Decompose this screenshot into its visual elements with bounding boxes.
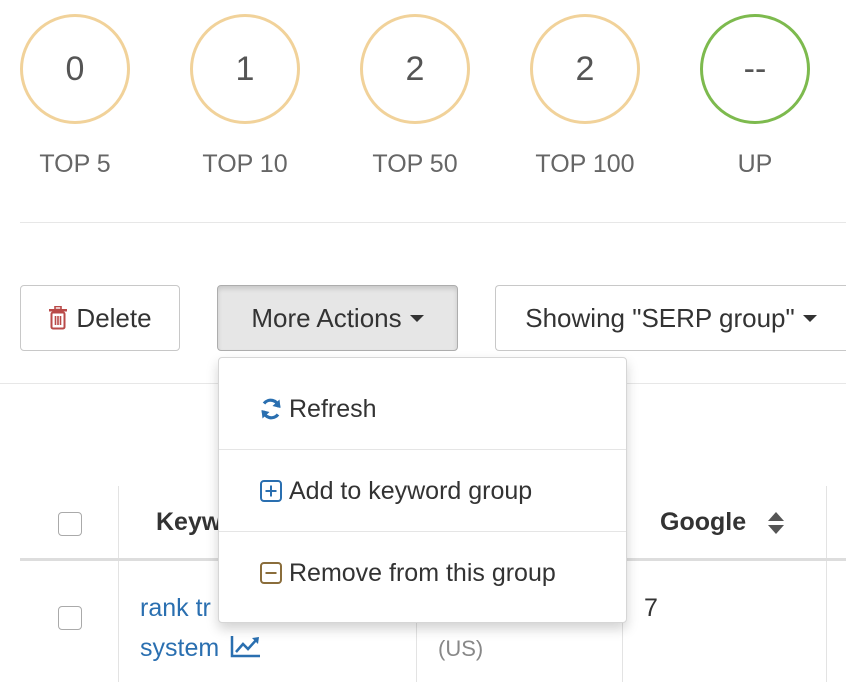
- menu-item-label: Remove from this group: [289, 558, 556, 587]
- stat-circle: 0: [20, 14, 130, 124]
- stat-circle: --: [700, 14, 810, 124]
- google-column-header[interactable]: Google: [660, 508, 785, 537]
- select-all-checkbox[interactable]: [58, 512, 82, 536]
- menu-item-add-to-group[interactable]: Add to keyword group: [219, 451, 626, 531]
- group-filter-label: Showing "SERP group": [525, 302, 795, 333]
- delete-label: Delete: [76, 302, 152, 333]
- stat-circle: 1: [190, 14, 300, 124]
- location-text: (US): [438, 636, 484, 661]
- refresh-icon: [261, 398, 281, 420]
- minus-square-icon: [260, 562, 282, 584]
- more-actions-label: More Actions: [251, 302, 402, 333]
- trash-icon: [49, 306, 68, 330]
- google-header-label: Google: [660, 508, 747, 536]
- divider: [20, 222, 846, 223]
- row-checkbox[interactable]: [58, 606, 82, 630]
- keyword-link[interactable]: rank tr: [140, 588, 211, 628]
- stat-top5: 0 TOP 5: [20, 14, 130, 179]
- menu-item-remove-from-group[interactable]: Remove from this group: [219, 533, 626, 613]
- stat-label: TOP 5: [39, 150, 111, 178]
- menu-divider: [219, 531, 626, 532]
- stat-top100: 2 TOP 100: [530, 14, 640, 179]
- stat-top10: 1 TOP 10: [190, 14, 300, 179]
- caret-down-icon: [802, 314, 817, 322]
- stat-up: -- UP: [700, 14, 810, 179]
- stat-circle: 2: [360, 14, 470, 124]
- sort-icon[interactable]: [767, 511, 785, 535]
- keyword-link[interactable]: system: [140, 628, 262, 668]
- stat-top50: 2 TOP 50: [360, 14, 470, 179]
- menu-item-refresh[interactable]: Refresh: [219, 369, 626, 449]
- menu-divider: [219, 449, 626, 450]
- delete-button[interactable]: Delete: [20, 285, 180, 351]
- stat-label: TOP 100: [535, 150, 635, 178]
- stat-label: TOP 50: [372, 150, 458, 178]
- menu-item-label: Refresh: [289, 394, 377, 423]
- google-rank-value: 7: [644, 594, 658, 622]
- more-actions-button[interactable]: More Actions: [217, 285, 458, 351]
- column-divider: [826, 486, 827, 682]
- keyword-column-header[interactable]: Keyw: [156, 508, 221, 537]
- column-divider: [118, 486, 119, 682]
- plus-square-icon: [260, 480, 282, 502]
- more-actions-menu: Refresh Add to keyword group Remove from…: [218, 357, 627, 623]
- chart-line-icon[interactable]: [230, 634, 262, 658]
- stat-circle: 2: [530, 14, 640, 124]
- keyword-link-text: system: [140, 634, 220, 662]
- rank-stats: 0 TOP 5 1 TOP 10 2 TOP 50 2 TOP 100 -- U…: [0, 0, 846, 222]
- group-filter-dropdown[interactable]: Showing "SERP group": [495, 285, 846, 351]
- stat-label: UP: [737, 150, 773, 178]
- caret-down-icon: [409, 314, 424, 322]
- menu-item-label: Add to keyword group: [289, 476, 533, 505]
- stat-label: TOP 10: [202, 150, 288, 178]
